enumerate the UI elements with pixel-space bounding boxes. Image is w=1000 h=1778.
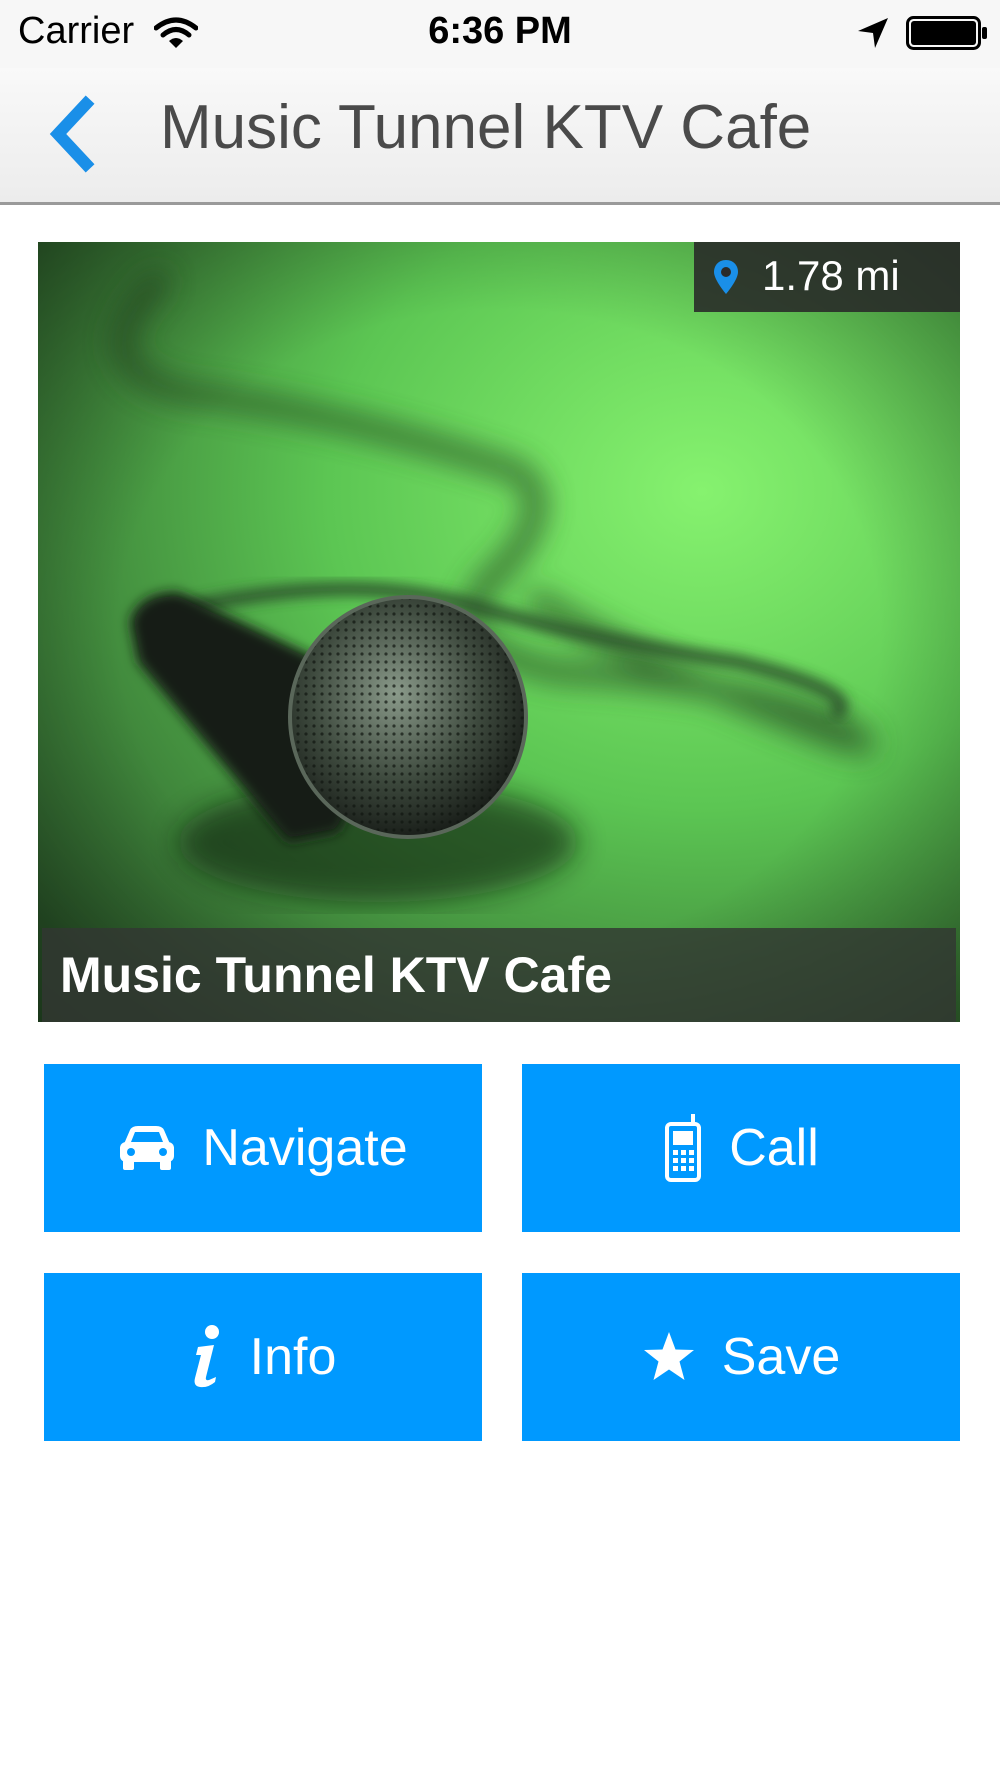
status-time: 6:36 PM [428,10,572,52]
microphone-photo [38,242,960,1022]
car-icon [120,1126,175,1170]
venue-name-caption: Music Tunnel KTV Cafe [42,928,956,1022]
status-bar: Carrier 6:36 PM [0,0,1000,68]
distance-value: 1.78 mi [762,252,900,299]
location-pin-icon [714,260,738,294]
battery-icon [906,16,987,50]
navigate-label: Navigate [202,1119,408,1177]
back-chevron-icon[interactable] [40,94,110,174]
info-label: Info [249,1328,337,1386]
call-label: Call [729,1119,819,1177]
info-button[interactable]: Info [44,1273,482,1441]
distance-badge: 1.78 mi [694,242,960,312]
save-button[interactable]: Save [522,1273,960,1441]
venue-photo-card[interactable]: 1.78 mi Music Tunnel KTV Cafe [38,242,960,1022]
call-button[interactable]: Call [522,1064,960,1232]
save-label: Save [721,1328,841,1386]
page-title: Music Tunnel KTV Cafe [160,93,812,162]
location-arrow-icon [858,18,888,48]
info-icon [194,1325,219,1388]
navigation-bar: Music Tunnel KTV Cafe [0,68,1000,205]
star-icon [643,1332,694,1380]
navigate-button[interactable]: Navigate [44,1064,482,1232]
phone-icon [665,1114,702,1182]
venue-name: Music Tunnel KTV Cafe [60,947,612,1003]
